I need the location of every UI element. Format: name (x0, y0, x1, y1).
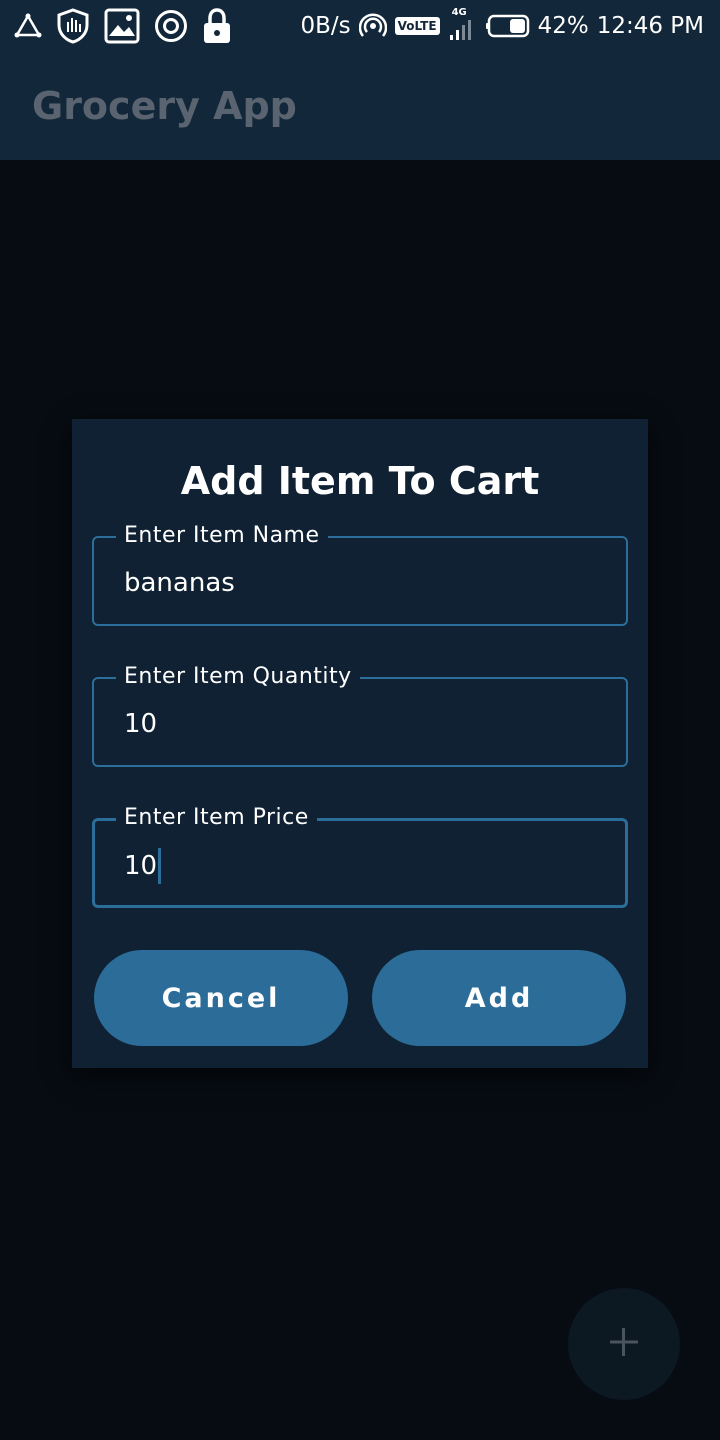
text-cursor (158, 848, 162, 884)
image-icon (104, 8, 140, 44)
item-quantity-value: 10 (124, 709, 158, 739)
add-button[interactable]: Add (372, 950, 626, 1046)
item-quantity-label: Enter Item Quantity (116, 663, 360, 691)
hotspot-icon (358, 12, 387, 40)
app-toolbar: Grocery App (0, 52, 720, 160)
item-price-label: Enter Item Price (116, 804, 317, 832)
item-name-field[interactable]: Enter Item Name bananas (92, 522, 628, 626)
add-item-dialog: Add Item To Cart Enter Item Name bananas… (72, 419, 648, 1068)
plus-icon (608, 1326, 640, 1363)
add-item-fab[interactable] (568, 1288, 680, 1400)
signal-icon: 4G (448, 7, 476, 41)
target-icon (154, 9, 188, 43)
item-price-field[interactable]: Enter Item Price 10 (92, 804, 628, 908)
lock-icon (202, 8, 232, 44)
dialog-title: Add Item To Cart (180, 459, 540, 503)
item-quantity-input[interactable]: 10 (124, 707, 157, 741)
app-title: Grocery App (32, 84, 297, 128)
item-name-input[interactable]: bananas (124, 566, 235, 600)
status-bar: 0B/s VoLTE 4G 42% 12:46 PM (0, 0, 720, 52)
volte-icon: VoLTE (394, 17, 440, 35)
notification-icons (14, 6, 232, 46)
cancel-button[interactable]: Cancel (94, 950, 348, 1046)
triangle-icon (14, 12, 42, 40)
battery-percent: 42% (537, 13, 589, 39)
item-price-value: 10 (124, 851, 158, 881)
item-price-input[interactable]: 10 (124, 848, 162, 884)
item-name-label: Enter Item Name (116, 522, 328, 550)
battery-icon (484, 14, 530, 38)
item-quantity-field[interactable]: Enter Item Quantity 10 (92, 663, 628, 767)
net-speed: 0B/s (300, 13, 351, 39)
item-name-value: bananas (124, 568, 235, 598)
status-right: 0B/s VoLTE 4G 42% 12:46 PM (300, 6, 704, 46)
clock: 12:46 PM (596, 13, 704, 39)
shield-icon (56, 8, 90, 44)
